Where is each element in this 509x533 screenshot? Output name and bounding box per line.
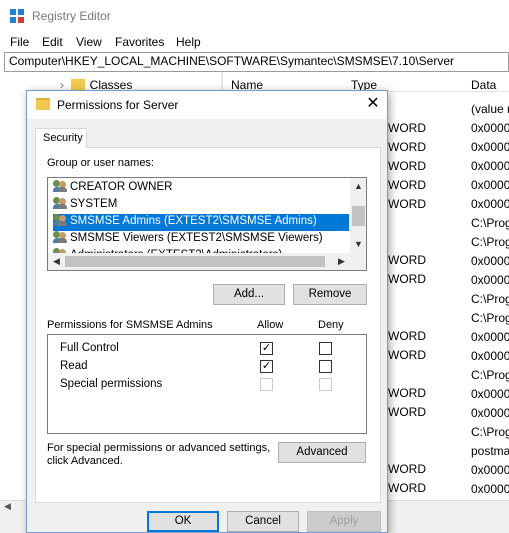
tab-security[interactable]: Security <box>35 128 87 148</box>
list-row-data: 0x00000 <box>471 273 509 287</box>
menu-favorites[interactable]: Favorites <box>115 35 164 49</box>
column-data[interactable]: Data <box>471 78 496 92</box>
list-row-data: postma <box>471 444 509 458</box>
list-row-type: WORD <box>388 140 426 154</box>
list-row-data: 0x00000 <box>471 463 509 477</box>
special-deny-checkbox <box>319 378 332 391</box>
advanced-button[interactable]: Advanced <box>278 442 366 463</box>
apply-button[interactable]: Apply <box>307 511 381 532</box>
list-row-data: 0x00000 <box>471 387 509 401</box>
add-button[interactable]: Add... <box>213 284 285 305</box>
list-row-type: WORD <box>388 348 426 362</box>
advanced-text-line2: click Advanced. <box>47 455 123 467</box>
menu-help[interactable]: Help <box>176 35 201 49</box>
list-row-data: 0x00000 <box>471 254 509 268</box>
users-icon <box>53 197 67 209</box>
list-row-data: 0x00000 <box>471 330 509 344</box>
list-row-data: C:\Prog <box>471 368 509 382</box>
list-row-type: WORD <box>388 272 426 286</box>
list-row-data: C:\Prog <box>471 216 509 230</box>
special-allow-checkbox <box>260 378 273 391</box>
scroll-right-icon[interactable]: ▶ <box>333 253 350 270</box>
scroll-up-icon[interactable]: ▲ <box>350 178 366 195</box>
list-row-type: WORD <box>388 329 426 343</box>
allow-header: Allow <box>257 319 284 331</box>
permissions-dialog: Permissions for Server ✕ Security Group … <box>26 90 388 533</box>
read-allow-checkbox[interactable]: ✓ <box>260 360 273 373</box>
list-row-type: WORD <box>388 462 426 476</box>
permissions-header: Permissions for SMSMSE Admins <box>47 319 213 331</box>
window-title: Registry Editor <box>32 9 111 23</box>
menu-view[interactable]: View <box>76 35 102 49</box>
ok-button[interactable]: OK <box>147 511 219 532</box>
list-row-type: WORD <box>388 121 426 135</box>
scroll-down-icon[interactable]: ▼ <box>350 236 366 253</box>
list-row-type: WORD <box>388 159 426 173</box>
group-label: Group or user names: <box>47 157 154 169</box>
list-row-data: 0x00000 <box>471 121 509 135</box>
scroll-thumb[interactable] <box>65 256 325 267</box>
list-row-data: C:\Prog <box>471 235 509 249</box>
list-row-type: WORD <box>388 253 426 267</box>
registry-editor-icon <box>10 9 26 25</box>
list-row-data: (value n <box>471 102 509 116</box>
list-row-data: 0x00000 <box>471 159 509 173</box>
menu-file[interactable]: File <box>10 35 29 49</box>
list-row-data: 0x00000 <box>471 140 509 154</box>
list-row-type: WORD <box>388 178 426 192</box>
folder-icon <box>36 98 50 110</box>
list-row-data: 0x00000 <box>471 482 509 496</box>
user-smsmse-admins[interactable]: SMSMSE Admins (EXTEST2\SMSMSE Admins) <box>53 214 349 231</box>
scroll-thumb[interactable] <box>352 206 365 226</box>
list-row-data: 0x00000 <box>471 197 509 211</box>
permission-name: Full Control <box>60 342 119 354</box>
full-control-deny-checkbox[interactable] <box>319 342 332 355</box>
permission-name: Special permissions <box>60 378 163 390</box>
list-row-data: 0x00000 <box>471 406 509 420</box>
scroll-left-icon[interactable]: ◀ <box>4 501 14 512</box>
permissions-list: Full Control ✓ Read ✓ Special permission… <box>47 334 367 434</box>
list-row-data: 0x00000 <box>471 178 509 192</box>
list-row-type: WORD <box>388 386 426 400</box>
users-icon <box>53 214 67 226</box>
users-icon <box>53 180 67 192</box>
menu-bar: File Edit View Favorites Help <box>0 32 509 52</box>
user-system[interactable]: SYSTEM <box>53 197 349 214</box>
deny-header: Deny <box>318 319 344 331</box>
read-deny-checkbox[interactable] <box>319 360 332 373</box>
scroll-left-icon[interactable]: ◀ <box>48 253 65 270</box>
users-icon <box>53 231 67 243</box>
list-header: Name Type Data <box>223 72 509 92</box>
list-row-data: C:\Prog <box>471 425 509 439</box>
list-row-type: WORD <box>388 405 426 419</box>
folder-icon <box>70 79 85 90</box>
close-icon[interactable]: ✕ <box>363 94 383 114</box>
permission-name: Read <box>60 360 88 372</box>
cancel-button[interactable]: Cancel <box>227 511 299 532</box>
user-smsmse-viewers[interactable]: SMSMSE Viewers (EXTEST2\SMSMSE Viewers) <box>53 231 349 248</box>
list-row-data: 0x00000 <box>471 349 509 363</box>
remove-button[interactable]: Remove <box>293 284 367 305</box>
list-row-type: WORD <box>388 197 426 211</box>
menu-edit[interactable]: Edit <box>42 35 63 49</box>
list-row-data: C:\Prog <box>471 311 509 325</box>
users-list[interactable]: CREATOR OWNER SYSTEM SMSMSE Admins (EXTE… <box>47 177 367 271</box>
list-row-type: WORD <box>388 481 426 495</box>
list-row-data: C:\Prog <box>471 292 509 306</box>
user-creator-owner[interactable]: CREATOR OWNER <box>53 180 349 197</box>
dialog-title: Permissions for Server <box>57 98 179 112</box>
full-control-allow-checkbox[interactable]: ✓ <box>260 342 273 355</box>
advanced-text-line1: For special permissions or advanced sett… <box>47 442 271 454</box>
address-bar[interactable]: Computer\HKEY_LOCAL_MACHINE\SOFTWARE\Sym… <box>4 52 509 72</box>
